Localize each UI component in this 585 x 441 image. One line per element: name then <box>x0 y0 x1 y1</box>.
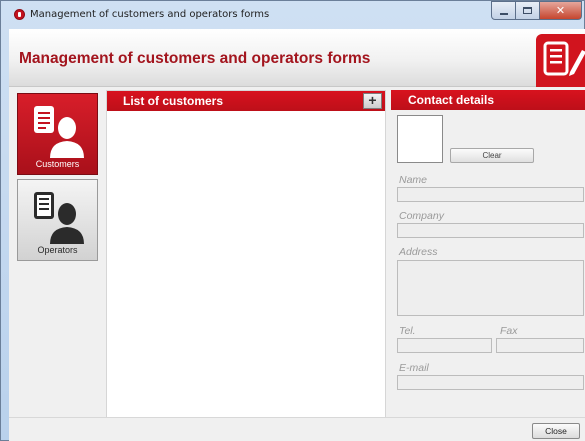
address-label: Address <box>399 246 438 258</box>
minimize-icon <box>499 12 508 15</box>
close-icon: ✕ <box>555 4 566 17</box>
contact-details-panel: Contact details Clear Name Company Addre… <box>391 90 585 441</box>
add-customer-button[interactable]: + <box>363 93 382 109</box>
list-panel-title: List of customers <box>123 94 224 108</box>
nav-operators-button[interactable]: Operators <box>17 179 98 261</box>
fax-field[interactable] <box>496 338 584 353</box>
caption-buttons: ✕ <box>491 1 582 21</box>
tel-field[interactable] <box>397 338 492 353</box>
tel-label: Tel. <box>399 325 416 337</box>
page-title: Management of customers and operators fo… <box>19 50 371 67</box>
window-title: Management of customers and operators fo… <box>30 9 270 20</box>
page-header: Management of customers and operators fo… <box>9 29 585 87</box>
company-label: Company <box>399 210 444 222</box>
window-close-button[interactable]: ✕ <box>540 1 582 20</box>
maximize-icon <box>523 7 532 14</box>
document-pen-icon <box>536 34 585 87</box>
clear-photo-button[interactable]: Clear <box>450 148 534 163</box>
body-area: Customers Operators List of customers + … <box>9 87 585 441</box>
customer-document-icon <box>34 106 84 158</box>
company-field[interactable] <box>397 223 584 238</box>
close-button[interactable]: Close <box>532 423 580 439</box>
plus-icon: + <box>368 92 377 108</box>
name-field[interactable] <box>397 187 584 202</box>
email-label: E-mail <box>399 362 429 374</box>
app-window: Management of customers and operators fo… <box>0 0 585 441</box>
address-field[interactable] <box>397 260 584 316</box>
footer-bar: Close <box>9 417 585 441</box>
title-bar[interactable]: Management of customers and operators fo… <box>1 1 585 29</box>
fax-label: Fax <box>500 325 518 337</box>
email-field[interactable] <box>397 375 584 390</box>
list-panel-header: List of customers + <box>107 91 385 111</box>
customer-list-panel: List of customers + <box>106 90 386 441</box>
name-label: Name <box>399 174 428 186</box>
nav-operators-label: Operators <box>37 245 78 255</box>
minimize-button[interactable] <box>491 1 516 20</box>
app-icon <box>14 9 25 20</box>
customer-list[interactable] <box>107 111 385 440</box>
client-area: Management of customers and operators fo… <box>9 29 585 441</box>
contact-panel-title: Contact details <box>408 93 495 107</box>
operator-document-icon <box>34 192 84 244</box>
maximize-button[interactable] <box>516 1 540 20</box>
nav-customers-label: Customers <box>35 159 80 169</box>
photo-box[interactable] <box>397 115 443 163</box>
contact-panel-header: Contact details <box>391 90 585 110</box>
nav-customers-button[interactable]: Customers <box>17 93 98 175</box>
